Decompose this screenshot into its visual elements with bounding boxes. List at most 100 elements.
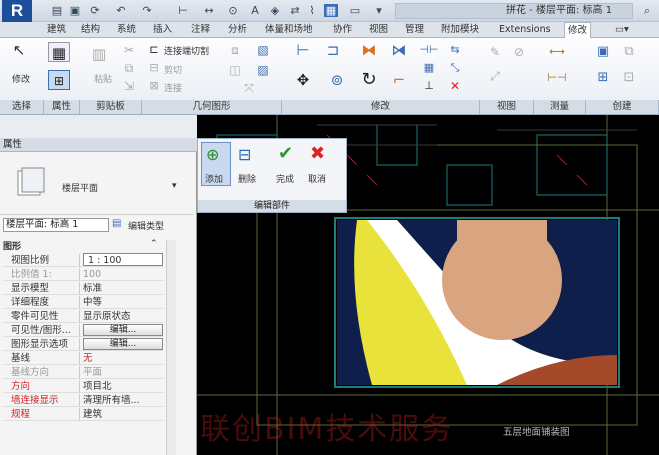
add-button[interactable]: 添加 [205, 172, 223, 185]
tab-analyze[interactable]: 分析 [225, 22, 250, 38]
prop-value[interactable]: 中等 [83, 296, 102, 309]
group-select[interactable]: 选择 [0, 100, 44, 114]
tab-architecture[interactable]: 建筑 [44, 22, 69, 38]
prop-row[interactable]: 方向 项目北 [3, 380, 163, 393]
create-group-icon[interactable]: ⊞ [592, 68, 614, 88]
text-icon[interactable]: A [248, 4, 262, 17]
hide-icon[interactable]: ⊘ [508, 42, 530, 62]
prop-value[interactable]: 显示原状态 [83, 310, 131, 323]
join-icon[interactable]: ⊠ [146, 76, 162, 96]
tab-insert[interactable]: 插入 [150, 22, 175, 38]
cut-icon[interactable]: ✂ [118, 40, 140, 60]
tag-icon[interactable]: ⊙ [226, 4, 240, 17]
split-icon[interactable]: ⊣⊢ [418, 40, 440, 60]
visibility-edit-button[interactable]: 编辑... [83, 324, 163, 336]
collapse-icon[interactable]: ⌃ [150, 239, 158, 249]
sync-icon[interactable]: ⟳ [88, 4, 102, 17]
create-similar-icon[interactable]: ⊡ [618, 68, 640, 88]
thin-lines-icon[interactable]: ⌇ [305, 4, 319, 17]
split-gap-icon[interactable]: ⇆ [444, 40, 466, 60]
modify-cursor-icon[interactable]: ↖ [8, 40, 30, 60]
close-hidden-icon[interactable]: ▦ [324, 4, 338, 17]
remove-icon[interactable]: ⊟ [238, 145, 251, 164]
dropdown-icon[interactable]: ▾ [372, 4, 386, 17]
tab-collaborate[interactable]: 协作 [330, 22, 355, 38]
3d-view-icon[interactable]: ◈ [268, 4, 282, 17]
graphic-display-edit-button[interactable]: 编辑... [83, 338, 163, 350]
delete-icon[interactable]: ✕ [444, 76, 466, 96]
rotate-icon[interactable]: ↻ [358, 70, 380, 90]
cut-geometry-label[interactable]: 剪切 [164, 63, 182, 76]
edit-type-icon[interactable]: ▤ [112, 218, 121, 229]
tab-manage[interactable]: 管理 [402, 22, 427, 38]
prop-row[interactable]: 基线 无 [3, 352, 163, 365]
tab-annotate[interactable]: 注释 [188, 22, 213, 38]
scale-icon[interactable]: ⤡ [444, 58, 466, 78]
remove-button[interactable]: 删除 [238, 172, 256, 185]
cut-geometry-icon[interactable]: ⊟ [146, 58, 162, 78]
linework-icon[interactable]: ⤢ [484, 66, 506, 86]
type-properties-icon[interactable]: ⊞ [48, 70, 70, 90]
paste-icon[interactable]: ▥ [88, 44, 110, 64]
mirror-draw-icon[interactable]: ⧒ [388, 40, 410, 60]
tab-massing-site[interactable]: 体量和场地 [262, 22, 316, 38]
properties-icon[interactable]: ▦ [48, 42, 70, 62]
dimension-icon[interactable]: ↔ [202, 4, 216, 17]
dimension-tool-icon[interactable]: ⊢⊣ [538, 68, 576, 88]
pin-icon[interactable]: ⊥ [418, 76, 440, 96]
remove-paint-icon[interactable]: ▨ [252, 60, 274, 80]
prop-row[interactable]: 规程 建筑 [3, 408, 163, 421]
align-icon[interactable]: ⊢ [292, 40, 314, 60]
save-icon[interactable]: ▣ [68, 4, 82, 17]
paste-label[interactable]: 粘贴 [94, 72, 112, 85]
create-assembly-icon[interactable]: ▣ [592, 42, 614, 62]
modify-label[interactable]: 修改 [12, 72, 30, 85]
trim-icon[interactable]: ⌐ [388, 70, 410, 90]
measure-icon[interactable]: ⊢ [176, 4, 190, 17]
prop-row[interactable]: 详细程度 中等 [3, 296, 163, 309]
tab-structure[interactable]: 结构 [78, 22, 103, 38]
finish-icon[interactable]: ✔ [278, 143, 293, 164]
open-icon[interactable]: ▤ [50, 4, 64, 17]
match-icon[interactable]: ⇲ [118, 76, 140, 96]
prop-value[interactable]: 标准 [83, 282, 102, 295]
add-icon[interactable]: ⊕ [206, 145, 219, 164]
split-face-icon[interactable]: ◫ [224, 60, 246, 80]
prop-row[interactable]: 显示模型 标准 [3, 282, 163, 295]
array-icon[interactable]: ▦ [418, 58, 440, 78]
prop-row[interactable]: 零件可见性 显示原状态 [3, 310, 163, 323]
cancel-button[interactable]: 取消 [308, 172, 326, 185]
prop-value[interactable]: 建筑 [83, 408, 102, 421]
tab-extensions[interactable]: Extensions [496, 22, 554, 38]
override-icon[interactable]: ✎ [484, 42, 506, 62]
copy-icon[interactable]: ⧉ [118, 58, 140, 78]
finish-button[interactable]: 完成 [276, 172, 294, 185]
switch-windows-icon[interactable]: ▭ [348, 4, 362, 17]
edit-type-button[interactable]: 编辑类型 [128, 219, 164, 232]
move-icon[interactable]: ✥ [292, 70, 314, 90]
prop-value[interactable]: 清理所有墙... [83, 394, 140, 407]
tab-addins[interactable]: 附加模块 [438, 22, 482, 38]
tab-view[interactable]: 视图 [366, 22, 391, 38]
measure-tool-icon[interactable]: ⟷ [538, 42, 576, 62]
create-parts-icon[interactable]: ⧉ [618, 42, 640, 62]
cope-icon[interactable]: ⊏ [146, 40, 162, 60]
paint-icon[interactable]: ▧ [252, 40, 274, 60]
demolish-icon[interactable]: ⤧ [238, 78, 260, 98]
offset-icon[interactable]: ⊐ [322, 40, 344, 60]
wall-joins-icon[interactable]: ⧈ [224, 40, 246, 60]
tab-systems[interactable]: 系统 [114, 22, 139, 38]
cancel-icon[interactable]: ✖ [310, 143, 325, 164]
prop-value[interactable]: 无 [83, 352, 93, 365]
redo-icon[interactable]: ↷ [140, 4, 154, 17]
tab-options-icon[interactable]: ▭▾ [612, 22, 632, 38]
undo-icon[interactable]: ↶ [114, 4, 128, 17]
search-icon[interactable]: ⌕ [640, 4, 654, 17]
copy-element-icon[interactable]: ⊚ [326, 70, 348, 90]
prop-value[interactable]: 项目北 [83, 380, 112, 393]
cope-label[interactable]: 连接端切割 [164, 44, 209, 57]
mirror-axis-icon[interactable]: ⧓ [358, 40, 380, 60]
app-logo[interactable]: R [2, 0, 32, 22]
join-label[interactable]: 连接 [164, 81, 182, 94]
view-selector[interactable]: 楼层平面: 标高 1 [3, 218, 109, 232]
